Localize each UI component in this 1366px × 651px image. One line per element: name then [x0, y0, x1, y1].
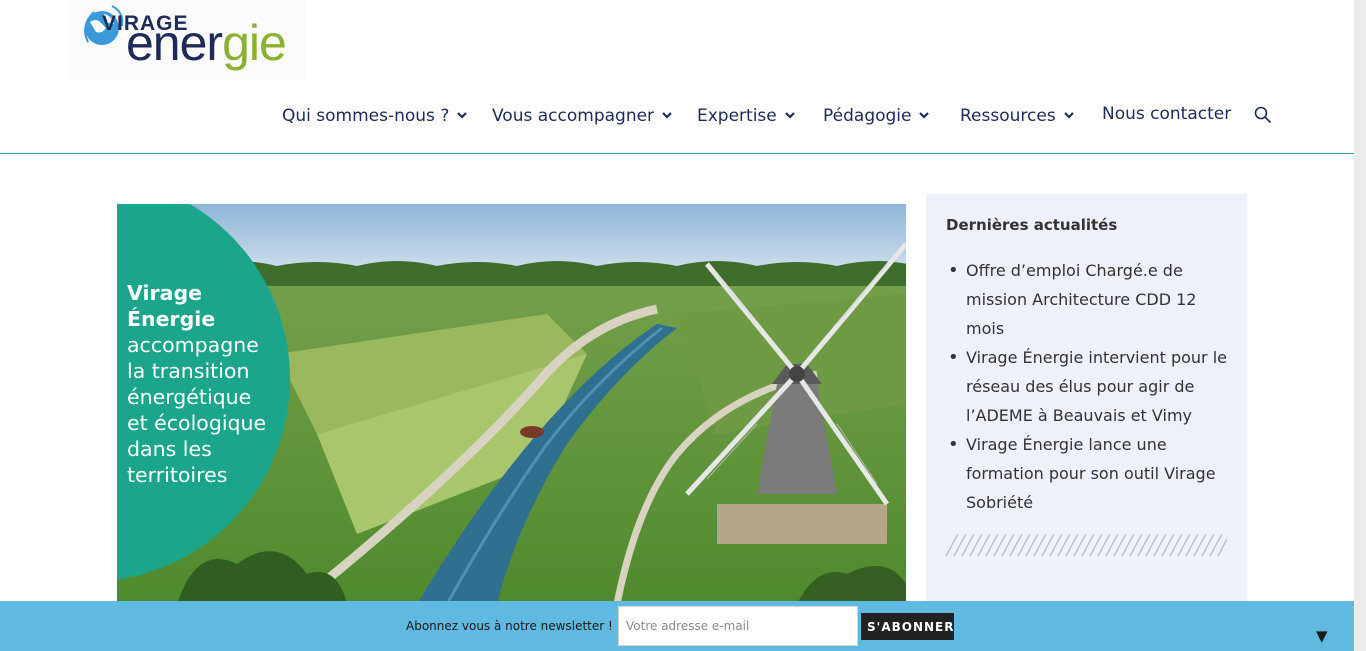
newsletter-label: Abonnez vous à notre newsletter !	[406, 619, 613, 633]
latest-news-widget: Dernières actualités Offre d’emploi Char…	[926, 194, 1247, 614]
nav-item-label: Qui sommes-nous ?	[282, 106, 450, 126]
chevron-down-icon	[784, 104, 795, 124]
hero-line: accompagne	[127, 333, 259, 357]
main-nav: Qui sommes-nous ? Vous accompagner Exper…	[0, 96, 1354, 136]
nav-item-qui-sommes-nous[interactable]: Qui sommes-nous ?	[282, 104, 468, 126]
scrollbar[interactable]	[1354, 0, 1366, 651]
news-item-link[interactable]: Virage Énergie lance une formation pour …	[946, 430, 1236, 517]
nav-item-ressources[interactable]: Ressources	[960, 104, 1074, 126]
news-item-link[interactable]: Virage Énergie intervient pour le réseau…	[946, 343, 1236, 430]
hero-line: et écologique	[127, 411, 267, 435]
hero-line: territoires	[127, 463, 228, 487]
hero-line: la transition	[127, 359, 250, 383]
hero-tagline: Virage Énergie accompagne la transition …	[127, 280, 287, 488]
hero-line: Virage	[127, 281, 203, 305]
search-icon	[1254, 106, 1272, 124]
nav-item-label: Pédagogie	[823, 106, 912, 126]
hero-line: Énergie	[127, 307, 216, 331]
nav-item-vous-accompagner[interactable]: Vous accompagner	[492, 104, 672, 126]
chevron-down-icon	[457, 104, 468, 124]
chevron-down-icon	[1063, 104, 1074, 124]
logo-text-main: energie	[126, 15, 287, 71]
nav-item-expertise[interactable]: Expertise	[697, 104, 795, 126]
hatch-divider	[946, 534, 1227, 556]
hero-line: dans les	[127, 437, 212, 461]
nav-item-nous-contacter[interactable]: Nous contacter	[1102, 104, 1231, 124]
nav-item-label: Ressources	[960, 106, 1056, 126]
news-item-link[interactable]: Offre d’emploi Chargé.e de mission Archi…	[946, 256, 1236, 343]
hero-line: énergétique	[127, 385, 252, 409]
news-list: Offre d’emploi Chargé.e de mission Archi…	[946, 256, 1236, 517]
nav-item-pedagogie[interactable]: Pédagogie	[823, 104, 930, 126]
hero-banner[interactable]: Virage Énergie accompagne la transition …	[117, 204, 906, 604]
subscribe-button[interactable]: S'ABONNER	[861, 613, 954, 640]
widget-title: Dernières actualités	[946, 216, 1118, 234]
newsletter-bar: Abonnez vous à notre newsletter ! S'ABON…	[0, 601, 1354, 651]
collapse-toggle-icon[interactable]: ▼	[1316, 627, 1328, 645]
nav-item-label: Expertise	[697, 106, 777, 126]
nav-item-label: Nous contacter	[1102, 104, 1232, 124]
chevron-down-icon	[919, 104, 930, 124]
site-header: VIRAGE energie Qui sommes-nous ? Vous ac…	[0, 0, 1354, 154]
search-button[interactable]	[1254, 106, 1272, 128]
site-logo[interactable]: VIRAGE energie	[68, 0, 306, 80]
nav-item-label: Vous accompagner	[492, 106, 655, 126]
email-field[interactable]	[618, 606, 858, 646]
chevron-down-icon	[662, 104, 672, 124]
